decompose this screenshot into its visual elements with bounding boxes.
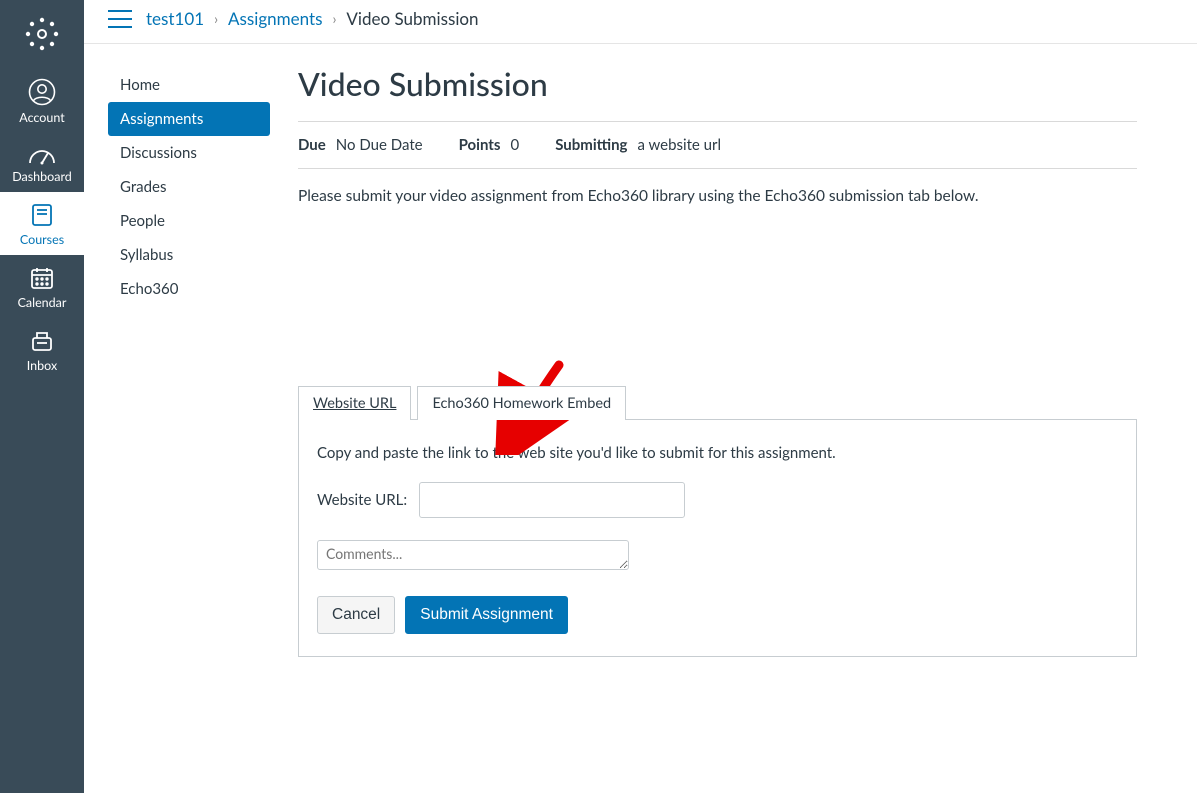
- website-url-label: Website URL:: [317, 491, 407, 509]
- course-nav-grades[interactable]: Grades: [108, 170, 270, 204]
- website-url-input[interactable]: [419, 482, 685, 518]
- courses-book-icon: [0, 202, 84, 228]
- top-bar: test101 › Assignments › Video Submission: [84, 0, 1197, 44]
- course-nav: Home Assignments Discussions Grades Peop…: [108, 44, 282, 793]
- user-avatar-icon: [0, 78, 84, 106]
- nav-account[interactable]: Account: [0, 68, 84, 133]
- assignment-description: Please submit your video assignment from…: [298, 187, 1137, 205]
- hamburger-menu-icon[interactable]: [108, 10, 132, 28]
- nav-calendar[interactable]: Calendar: [0, 255, 84, 318]
- content-area: Home Assignments Discussions Grades Peop…: [84, 44, 1197, 793]
- nav-inbox-label: Inbox: [0, 358, 84, 373]
- points-label: Points: [459, 136, 501, 154]
- breadcrumb-current: Video Submission: [346, 8, 478, 29]
- page-title: Video Submission: [298, 64, 1137, 103]
- nav-courses[interactable]: Courses: [0, 192, 84, 255]
- nav-dashboard-label: Dashboard: [0, 169, 84, 184]
- submit-assignment-button[interactable]: Submit Assignment: [405, 596, 568, 634]
- due-value: No Due Date: [336, 136, 423, 154]
- points-value: 0: [510, 136, 519, 154]
- submission-panel: Copy and paste the link to the web site …: [298, 419, 1137, 657]
- submission-hint: Copy and paste the link to the web site …: [317, 444, 1118, 462]
- inbox-icon: [0, 328, 84, 354]
- cancel-button[interactable]: Cancel: [317, 596, 395, 634]
- nav-inbox[interactable]: Inbox: [0, 318, 84, 381]
- breadcrumb: test101 › Assignments › Video Submission: [146, 8, 479, 29]
- nav-logo[interactable]: [0, 0, 84, 68]
- nav-courses-label: Courses: [0, 232, 84, 247]
- nav-account-label: Account: [0, 110, 84, 125]
- assignment-meta: Due No Due Date Points 0 Submitting a we…: [298, 136, 1137, 154]
- chevron-right-icon: ›: [214, 10, 218, 27]
- tab-website-url[interactable]: Website URL: [298, 386, 411, 420]
- course-nav-people[interactable]: People: [108, 204, 270, 238]
- course-nav-syllabus[interactable]: Syllabus: [108, 238, 270, 272]
- breadcrumb-course-link[interactable]: test101: [146, 8, 204, 29]
- divider: [298, 168, 1137, 169]
- due-label: Due: [298, 136, 326, 154]
- dashboard-icon: [0, 143, 84, 165]
- course-nav-discussions[interactable]: Discussions: [108, 136, 270, 170]
- comments-textarea[interactable]: [317, 540, 629, 570]
- submission-tabs: Website URL Echo360 Homework Embed: [298, 385, 1137, 419]
- calendar-icon: [0, 265, 84, 291]
- nav-calendar-label: Calendar: [0, 295, 84, 310]
- global-nav-rail: Account Dashboard Courses: [0, 0, 84, 793]
- tab-echo360-embed[interactable]: Echo360 Homework Embed: [417, 386, 626, 420]
- app-body: test101 › Assignments › Video Submission…: [84, 0, 1197, 793]
- main: Video Submission Due No Due Date Points …: [282, 44, 1173, 793]
- course-nav-assignments[interactable]: Assignments: [108, 102, 270, 136]
- divider: [298, 121, 1137, 122]
- breadcrumb-section-link[interactable]: Assignments: [228, 8, 322, 29]
- chevron-right-icon: ›: [332, 10, 336, 27]
- course-nav-home[interactable]: Home: [108, 68, 270, 102]
- submitting-label: Submitting: [555, 136, 627, 154]
- course-nav-echo360[interactable]: Echo360: [108, 272, 270, 306]
- submitting-value: a website url: [637, 136, 721, 154]
- nav-dashboard[interactable]: Dashboard: [0, 133, 84, 192]
- canvas-logo-icon: [0, 16, 84, 52]
